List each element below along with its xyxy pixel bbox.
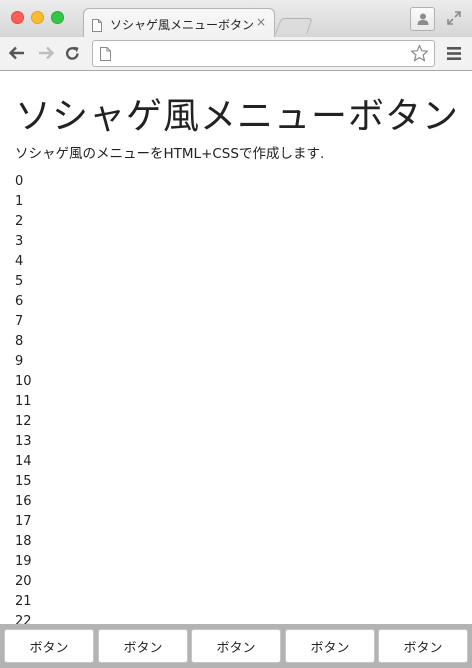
- list-item: 10: [15, 374, 32, 389]
- minimize-window-button[interactable]: [31, 11, 44, 24]
- page-description: ソシャゲ風のメニューをHTML+CSSで作成します.: [15, 146, 325, 162]
- list-item: 17: [15, 514, 32, 529]
- list-item: 4: [15, 254, 24, 269]
- back-arrow-icon[interactable]: [8, 45, 26, 61]
- new-tab-button[interactable]: [275, 18, 313, 34]
- list-item: 3: [15, 234, 24, 249]
- list-item: 12: [15, 414, 32, 429]
- list-item: 18: [15, 534, 32, 549]
- list-item: 8: [15, 334, 24, 349]
- list-item: 16: [15, 494, 32, 509]
- forward-arrow-icon[interactable]: [37, 45, 55, 61]
- page-content[interactable]: ソシャゲ風メニューボタン ソシャゲ風のメニューをHTML+CSSで作成します. …: [0, 71, 472, 627]
- bookmark-star-icon[interactable]: [410, 44, 429, 63]
- list-item: 1: [15, 194, 24, 209]
- list-item: 9: [15, 354, 24, 369]
- list-item: 5: [15, 274, 24, 289]
- title-bar: ソシャゲ風メニューボタン ×: [0, 0, 472, 38]
- person-icon: [417, 13, 429, 25]
- list-item: 2: [15, 214, 24, 229]
- list-item: 6: [15, 294, 24, 309]
- list-item: 15: [15, 474, 32, 489]
- zoom-window-button[interactable]: [51, 11, 64, 24]
- list-item: 11: [15, 394, 32, 409]
- menu-button-3[interactable]: ボタン: [191, 629, 281, 663]
- page-icon: [100, 47, 111, 61]
- address-bar[interactable]: [92, 40, 435, 67]
- browser-tab[interactable]: ソシャゲ風メニューボタン ×: [83, 8, 275, 38]
- profile-button[interactable]: [410, 7, 435, 31]
- list-item: 21: [15, 594, 32, 609]
- list-item: 13: [15, 434, 32, 449]
- browser-toolbar: [0, 37, 472, 71]
- fullscreen-icon[interactable]: [446, 10, 462, 26]
- list-item: 19: [15, 554, 32, 569]
- hamburger-menu-icon[interactable]: [447, 47, 461, 60]
- list-item: 0: [15, 174, 24, 189]
- page-icon: [92, 17, 102, 32]
- menu-button-5[interactable]: ボタン: [378, 629, 468, 663]
- tab-close-icon[interactable]: ×: [256, 15, 266, 29]
- bottom-menu: ボタン ボタン ボタン ボタン ボタン: [0, 624, 472, 668]
- list-item: 7: [15, 314, 24, 329]
- reload-icon[interactable]: [64, 45, 81, 62]
- close-window-button[interactable]: [11, 11, 24, 24]
- menu-button-1[interactable]: ボタン: [4, 629, 94, 663]
- tab-title: ソシャゲ風メニューボタン: [110, 18, 255, 32]
- menu-button-4[interactable]: ボタン: [285, 629, 375, 663]
- list-item: 14: [15, 454, 32, 469]
- menu-button-2[interactable]: ボタン: [98, 629, 188, 663]
- number-list: 0 1 2 3 4 5 6 7 8 9 10 11 12 13 14 15 16 17 18 19 20 21 22: [15, 172, 32, 627]
- list-item: 20: [15, 574, 32, 589]
- page-title: ソシャゲ風メニューボタン: [15, 96, 460, 137]
